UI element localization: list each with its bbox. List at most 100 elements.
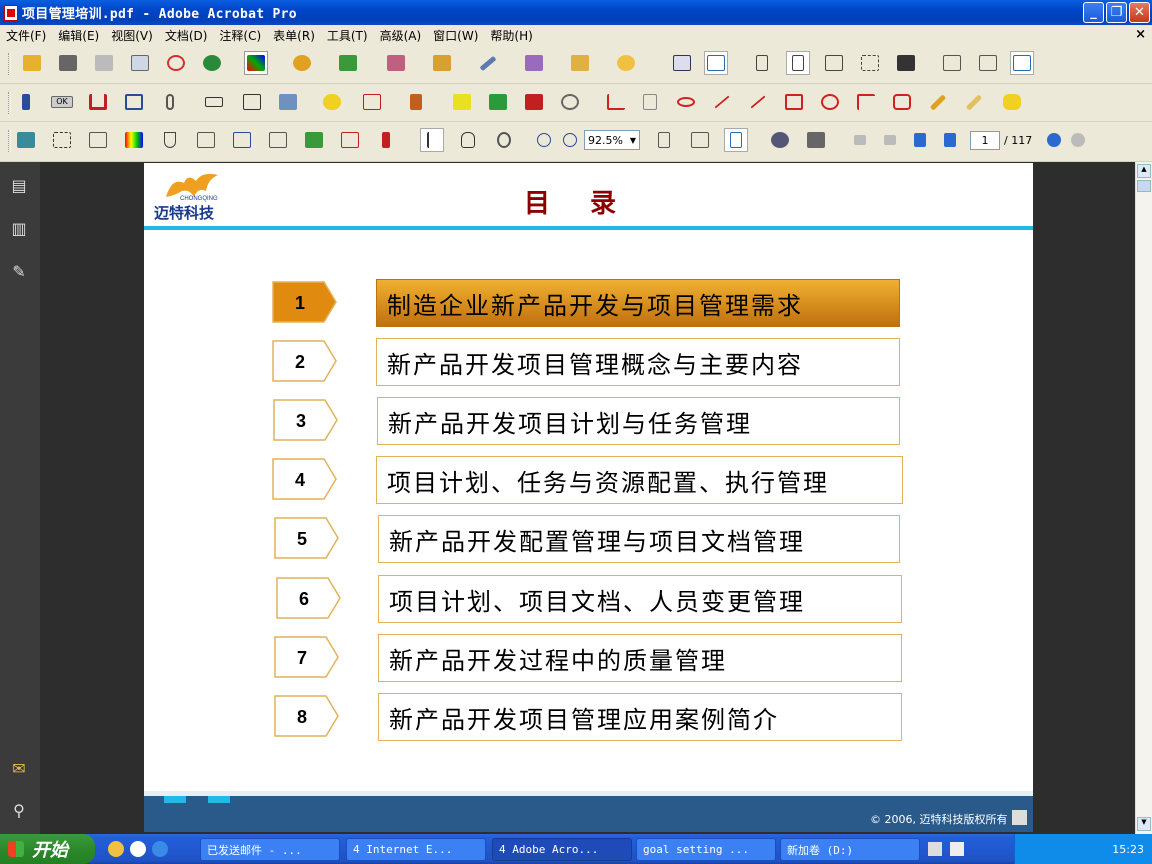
- show-comments-icon[interactable]: [1000, 90, 1024, 114]
- fit-width-icon[interactable]: [688, 128, 712, 152]
- fit-page-view-icon[interactable]: [724, 128, 748, 152]
- task-drive[interactable]: 新加卷 (D:): [780, 838, 920, 861]
- signatures-icon[interactable]: ✎: [9, 260, 29, 282]
- color-bars-icon[interactable]: [122, 128, 146, 152]
- menu-advanced[interactable]: 高级(A): [374, 27, 428, 44]
- zoom-out-icon[interactable]: [532, 128, 556, 152]
- toc-item[interactable]: 制造企业新产品开发与项目管理需求: [376, 279, 900, 327]
- task-mail[interactable]: 已发送邮件 - ...: [200, 838, 340, 861]
- text-box-tool-icon[interactable]: [638, 90, 662, 114]
- stamp-tool-icon[interactable]: [404, 90, 428, 114]
- grid-view-icon[interactable]: [858, 51, 882, 75]
- outlook-quicklaunch-icon[interactable]: [108, 841, 124, 857]
- keyboard-icon[interactable]: [928, 842, 942, 856]
- help-tray-icon[interactable]: [950, 842, 964, 856]
- close-button[interactable]: ✕: [1129, 2, 1150, 23]
- clock[interactable]: 15:23: [1112, 843, 1144, 856]
- hand-tool-icon[interactable]: [456, 128, 480, 152]
- actual-size-icon[interactable]: [652, 128, 676, 152]
- last-page-icon[interactable]: [938, 128, 962, 152]
- pencil-tool-icon[interactable]: [926, 90, 950, 114]
- first-page-icon[interactable]: [848, 128, 872, 152]
- text-box-icon[interactable]: [240, 90, 264, 114]
- scroll-up-icon[interactable]: ▲: [1137, 164, 1151, 178]
- next-page-icon[interactable]: [908, 128, 932, 152]
- polygon-tool-icon[interactable]: [890, 90, 914, 114]
- toc-item[interactable]: 项目计划、项目文档、人员变更管理: [378, 575, 902, 623]
- crop-icon[interactable]: [122, 90, 146, 114]
- vertical-scrollbar[interactable]: ▲ ▼: [1135, 162, 1152, 834]
- ok-button-icon[interactable]: OK: [50, 90, 74, 114]
- toc-item[interactable]: 项目计划、任务与资源配置、执行管理: [376, 456, 903, 504]
- previous-view-icon[interactable]: [1042, 128, 1066, 152]
- restore-button[interactable]: ❐: [1106, 2, 1127, 23]
- rectangle-tool-icon[interactable]: [782, 90, 806, 114]
- menu-edit[interactable]: 编辑(E): [52, 27, 105, 44]
- scroll-down-icon[interactable]: ▼: [1137, 817, 1151, 831]
- touchup-object-icon[interactable]: [230, 128, 254, 152]
- settings-icon[interactable]: [290, 51, 314, 75]
- two-page-icon[interactable]: [822, 51, 846, 75]
- line-tool-icon[interactable]: [746, 90, 770, 114]
- edit-form-icon[interactable]: [276, 90, 300, 114]
- email-icon[interactable]: [128, 51, 152, 75]
- monitor-icon[interactable]: [894, 51, 918, 75]
- create-pdf-icon[interactable]: [336, 51, 360, 75]
- bookmarks-icon[interactable]: ▥: [9, 217, 29, 239]
- polyline-tool-icon[interactable]: [854, 90, 878, 114]
- task-word[interactable]: goal setting ...: [636, 838, 776, 861]
- cloud-icon[interactable]: [674, 90, 698, 114]
- color-palette-icon[interactable]: [244, 51, 268, 75]
- ie-quicklaunch-icon[interactable]: [152, 841, 168, 857]
- open-folder-icon[interactable]: [20, 51, 44, 75]
- import-icon[interactable]: [976, 51, 1000, 75]
- crop-marks-icon[interactable]: [194, 128, 218, 152]
- snapshot-select-icon[interactable]: [50, 128, 74, 152]
- page-number-input[interactable]: 1: [970, 131, 1000, 150]
- save-icon[interactable]: [92, 51, 116, 75]
- combine-icon[interactable]: [384, 51, 408, 75]
- export-icon[interactable]: [940, 51, 964, 75]
- zoom-in-icon[interactable]: [558, 128, 582, 152]
- toc-item[interactable]: 新产品开发项目计划与任务管理: [377, 397, 900, 445]
- highlight-icon[interactable]: [450, 90, 474, 114]
- attach-file-icon[interactable]: [558, 90, 582, 114]
- menu-tools[interactable]: 工具(T): [321, 27, 374, 44]
- menu-forms[interactable]: 表单(R): [267, 27, 321, 44]
- select-arrow-icon[interactable]: [14, 90, 38, 114]
- start-button[interactable]: 开始: [0, 834, 95, 864]
- continuous-page-icon[interactable]: [786, 51, 810, 75]
- scroll-thumb[interactable]: [1137, 180, 1151, 192]
- magnet-icon[interactable]: [86, 90, 110, 114]
- close-document-icon[interactable]: ×: [1135, 27, 1146, 42]
- camera-icon[interactable]: [804, 128, 828, 152]
- toc-item[interactable]: 新产品开发项目管理概念与主要内容: [376, 338, 900, 386]
- flask-icon[interactable]: [158, 128, 182, 152]
- touchup-text-icon[interactable]: [266, 128, 290, 152]
- underline-icon[interactable]: [486, 90, 510, 114]
- full-screen-icon[interactable]: [704, 51, 728, 75]
- menu-help[interactable]: 帮助(H): [484, 27, 538, 44]
- minimize-button[interactable]: _: [1083, 2, 1104, 23]
- attachments-icon[interactable]: ⚲: [9, 799, 29, 821]
- zoom-level-select[interactable]: 92.5% ▼: [584, 130, 640, 150]
- menu-comments[interactable]: 注释(C): [213, 27, 267, 44]
- read-aloud-icon[interactable]: [768, 128, 792, 152]
- text-field-icon[interactable]: [202, 90, 226, 114]
- compare-icon[interactable]: [86, 128, 110, 152]
- sticky-note-icon[interactable]: [320, 90, 344, 114]
- pdf-convert-icon[interactable]: [338, 128, 362, 152]
- menu-window[interactable]: 窗口(W): [427, 27, 484, 44]
- previous-page-icon[interactable]: [878, 128, 902, 152]
- pages-icon[interactable]: ▤: [9, 174, 29, 196]
- eraser-tool-icon[interactable]: [962, 90, 986, 114]
- text-edit-icon[interactable]: [360, 90, 384, 114]
- bookmark-icon[interactable]: [14, 128, 38, 152]
- menu-document[interactable]: 文档(D): [159, 27, 214, 44]
- comments-panel-icon[interactable]: ✉: [9, 757, 29, 779]
- arrow-tool-icon[interactable]: [710, 90, 734, 114]
- fit-page-icon[interactable]: [670, 51, 694, 75]
- select-text-icon[interactable]: [420, 128, 444, 152]
- menu-file[interactable]: 文件(F): [0, 27, 52, 44]
- task-acrobat[interactable]: 4 Adobe Acro...: [492, 838, 632, 861]
